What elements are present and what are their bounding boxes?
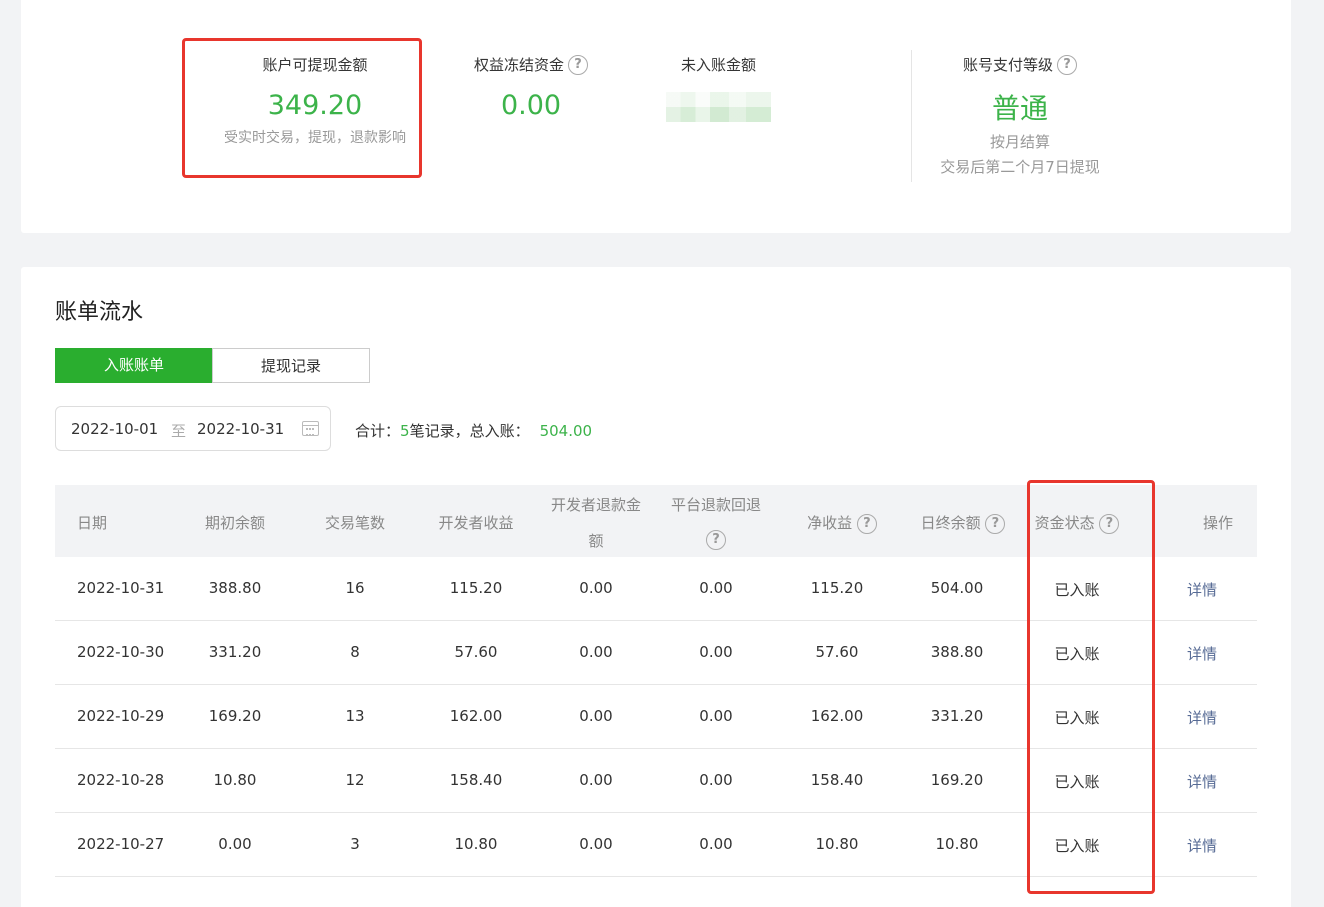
cell-date: 2022-10-28 bbox=[77, 771, 165, 789]
summary-count: 5 bbox=[400, 422, 410, 440]
cell-tx-count: 3 bbox=[350, 835, 360, 853]
detail-link[interactable]: 详情 bbox=[1172, 643, 1232, 664]
pending-stat: 未入账金额 bbox=[651, 54, 786, 75]
date-end[interactable]: 2022-10-31 bbox=[197, 420, 284, 438]
cell-dev-income: 158.40 bbox=[449, 771, 503, 789]
cell-open-balance: 331.20 bbox=[208, 643, 262, 661]
cell-net: 162.00 bbox=[810, 707, 864, 725]
cell-platform-refund: 0.00 bbox=[699, 835, 733, 853]
pending-value-blurred bbox=[666, 92, 771, 122]
cell-net: 158.40 bbox=[810, 771, 864, 789]
highlight-box-fund-status bbox=[1027, 480, 1155, 894]
cell-tx-count: 8 bbox=[350, 643, 360, 661]
cell-date: 2022-10-31 bbox=[77, 579, 165, 597]
level-note-withdraw: 交易后第二个月7日提现 bbox=[940, 158, 1100, 176]
cell-open-balance: 169.20 bbox=[208, 707, 262, 725]
level-note-settlement: 按月结算 bbox=[989, 133, 1050, 151]
cell-tx-count: 16 bbox=[345, 579, 365, 597]
summary-total: 504.00 bbox=[539, 422, 593, 440]
cell-dev-refund: 0.00 bbox=[579, 707, 613, 725]
level-label: 账号支付等级 bbox=[962, 56, 1053, 74]
cell-dev-refund: 0.00 bbox=[579, 579, 613, 597]
cell-dev-refund: 0.00 bbox=[579, 835, 613, 853]
calendar-icon[interactable] bbox=[302, 421, 319, 436]
cell-tx-count: 12 bbox=[345, 771, 365, 789]
divider bbox=[911, 50, 912, 182]
tab-withdrawals[interactable]: 提现记录 bbox=[212, 348, 370, 383]
level-stat: 账号支付等级 ? 普通 按月结算 交易后第二个月7日提现 bbox=[920, 54, 1120, 177]
header-action: 操作 bbox=[1202, 514, 1233, 532]
cell-close-balance: 504.00 bbox=[930, 579, 984, 597]
cell-open-balance: 388.80 bbox=[208, 579, 262, 597]
detail-link[interactable]: 详情 bbox=[1172, 835, 1232, 856]
help-icon[interactable]: ? bbox=[985, 513, 1006, 534]
cell-net: 57.60 bbox=[815, 643, 859, 661]
cell-net: 115.20 bbox=[810, 579, 864, 597]
cell-date: 2022-10-30 bbox=[77, 643, 165, 661]
date-start[interactable]: 2022-10-01 bbox=[71, 420, 158, 438]
detail-link[interactable]: 详情 bbox=[1172, 771, 1232, 792]
header-platform-refund: 平台退款回退 bbox=[670, 496, 761, 514]
cell-close-balance: 10.80 bbox=[935, 835, 979, 853]
cell-close-balance: 331.20 bbox=[930, 707, 984, 725]
detail-link[interactable]: 详情 bbox=[1172, 707, 1232, 728]
header-open-balance: 期初余额 bbox=[204, 514, 265, 532]
cell-open-balance: 10.80 bbox=[213, 771, 257, 789]
detail-link[interactable]: 详情 bbox=[1172, 579, 1232, 600]
header-tx-count: 交易笔数 bbox=[324, 514, 385, 532]
tab-income[interactable]: 入账账单 bbox=[55, 348, 213, 383]
cell-close-balance: 388.80 bbox=[930, 643, 984, 661]
cell-platform-refund: 0.00 bbox=[699, 707, 733, 725]
pending-label: 未入账金额 bbox=[680, 56, 756, 74]
help-icon[interactable]: ? bbox=[856, 513, 877, 534]
cell-tx-count: 13 bbox=[345, 707, 365, 725]
frozen-value: 0.00 bbox=[500, 90, 562, 121]
cell-dev-income: 57.60 bbox=[454, 643, 498, 661]
cell-dev-income: 10.80 bbox=[454, 835, 498, 853]
highlight-box-withdrawable bbox=[182, 38, 422, 178]
date-range-picker[interactable]: 2022-10-01 至 2022-10-31 bbox=[55, 406, 331, 451]
cell-dev-refund: 0.00 bbox=[579, 771, 613, 789]
help-icon[interactable]: ? bbox=[706, 530, 726, 550]
header-dev-refund: 开发者退款金 bbox=[550, 496, 641, 514]
header-close-balance: 日终余额 ? bbox=[903, 512, 1023, 534]
cell-open-balance: 0.00 bbox=[218, 835, 252, 853]
cell-dev-income: 162.00 bbox=[449, 707, 503, 725]
bill-title: 账单流水 bbox=[55, 300, 144, 325]
date-separator: 至 bbox=[171, 422, 187, 440]
header-dev-income: 开发者收益 bbox=[438, 514, 514, 532]
header-dev-refund-cont: 额 bbox=[588, 532, 604, 550]
cell-platform-refund: 0.00 bbox=[699, 579, 733, 597]
level-value: 普通 bbox=[991, 92, 1048, 125]
cell-date: 2022-10-27 bbox=[77, 835, 165, 853]
frozen-stat: 权益冻结资金 ? 0.00 bbox=[456, 54, 606, 121]
cell-close-balance: 169.20 bbox=[930, 771, 984, 789]
cell-date: 2022-10-29 bbox=[77, 707, 165, 725]
frozen-label: 权益冻结资金 bbox=[473, 56, 564, 74]
help-icon[interactable]: ? bbox=[568, 54, 588, 75]
help-icon[interactable]: ? bbox=[1057, 54, 1077, 75]
cell-dev-income: 115.20 bbox=[449, 579, 503, 597]
summary-prefix: 合计： bbox=[355, 422, 401, 440]
cell-dev-refund: 0.00 bbox=[579, 643, 613, 661]
summary-line: 合计：5笔记录，总入账： 504.00 bbox=[355, 420, 592, 441]
cell-platform-refund: 0.00 bbox=[699, 771, 733, 789]
summary-mid: 笔记录，总入账： bbox=[409, 422, 530, 440]
cell-platform-refund: 0.00 bbox=[699, 643, 733, 661]
cell-net: 10.80 bbox=[815, 835, 859, 853]
header-net: 净收益 ? bbox=[787, 512, 897, 534]
header-date: 日期 bbox=[77, 514, 108, 532]
